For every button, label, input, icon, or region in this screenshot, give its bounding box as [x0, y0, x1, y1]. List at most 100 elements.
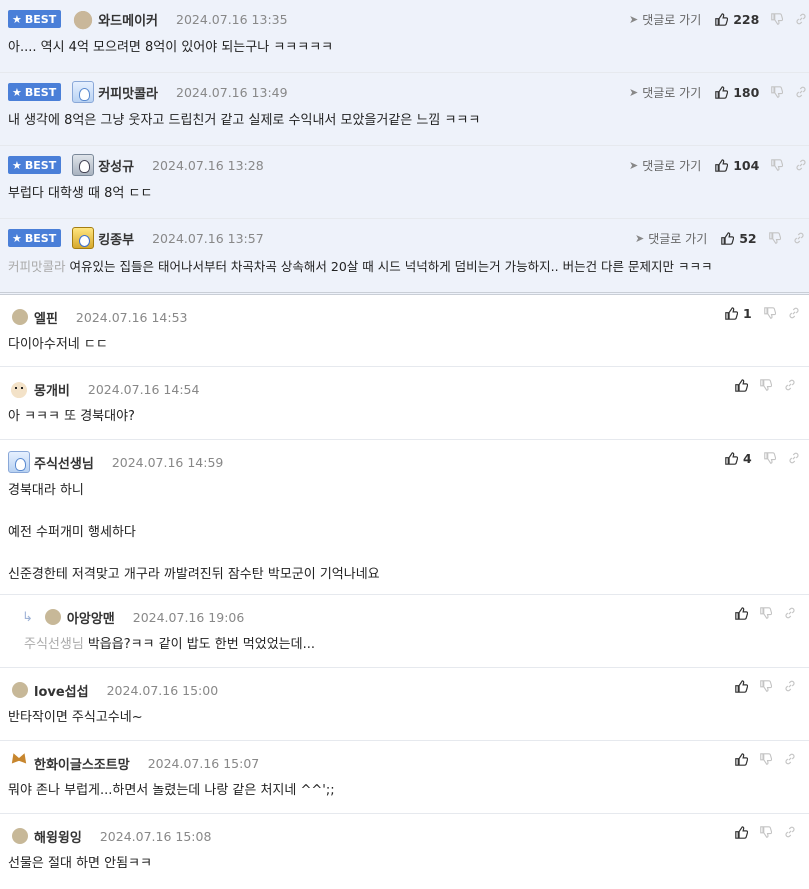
avatar[interactable]	[72, 227, 95, 249]
thumbs-down-icon	[763, 307, 776, 319]
goto-comment-link[interactable]: ➤ 댓글로 가기	[635, 230, 707, 247]
comment-text: 아 ㅋㅋㅋ 또 경북대야?	[8, 409, 135, 424]
like-button[interactable]	[735, 606, 748, 620]
like-button[interactable]	[735, 825, 748, 839]
link-icon	[796, 159, 806, 171]
dislike-button[interactable]	[771, 86, 784, 98]
goto-comment-link[interactable]: ➤ 댓글로 가기	[629, 11, 701, 28]
goto-comment-link[interactable]: ➤ 댓글로 가기	[629, 157, 701, 174]
mention-tag[interactable]: 주식선생님	[24, 637, 84, 652]
dislike-button[interactable]	[771, 159, 784, 171]
avatar[interactable]	[8, 451, 30, 473]
link-button[interactable]	[784, 753, 796, 765]
comment-text-content: 박읍읍?ㅋㅋ 같이 밥도 한번 먹었었는데...	[87, 637, 315, 652]
mention-tag[interactable]: 커피맛콜라	[8, 259, 66, 274]
like-button[interactable]: 52	[721, 231, 757, 246]
link-button[interactable]	[784, 826, 796, 838]
comment-line: 경북대라 하니	[8, 483, 84, 498]
link-icon	[785, 607, 795, 619]
comment: 한화이글스조트망 2024.07.16 15:07 뭐야 존나 부럽게...하면…	[0, 741, 809, 814]
link-button[interactable]	[784, 379, 796, 391]
dislike-button[interactable]	[760, 607, 772, 619]
comment-author[interactable]: 한화이글스조트망	[34, 754, 130, 773]
thumbs-down-icon	[760, 826, 772, 838]
comment-author[interactable]: 아앙앙맨	[67, 608, 115, 627]
like-button[interactable]: 180	[715, 85, 759, 100]
goto-comment-label: 댓글로 가기	[642, 158, 702, 173]
comment-author[interactable]: 해윙윙잉	[34, 827, 82, 846]
comment-author[interactable]: love섭섭	[34, 681, 89, 700]
thumbs-up-icon	[735, 679, 748, 693]
dislike-button[interactable]	[768, 232, 781, 244]
like-button[interactable]: 1	[725, 306, 752, 321]
best-comment: ★ BEST 와드메이커 2024.07.16 13:35 ➤ 댓글로 가기 228…	[0, 0, 809, 73]
avatar[interactable]	[8, 378, 30, 400]
link-button[interactable]	[795, 86, 807, 98]
like-count: 104	[733, 157, 760, 173]
thumbs-up-icon	[725, 306, 738, 320]
comment-date: 2024.07.16 14:59	[111, 454, 224, 470]
thumbs-up-icon	[715, 12, 729, 26]
like-button[interactable]: 228	[715, 12, 759, 27]
thumbs-up-icon	[735, 752, 748, 766]
goto-comment-link[interactable]: ➤ 댓글로 가기	[629, 84, 701, 101]
comment-author[interactable]: 장성규	[98, 156, 134, 175]
like-button[interactable]: 104	[715, 158, 759, 173]
link-button[interactable]	[788, 452, 800, 464]
dislike-button[interactable]	[771, 13, 784, 25]
avatar[interactable]	[8, 752, 30, 774]
comment-text: 아.... 역시 4억 모으려면 8억이 있어야 되는구나 ㅋㅋㅋㅋㅋ	[8, 40, 334, 55]
comment-date: 2024.07.16 19:06	[132, 609, 245, 625]
dislike-button[interactable]	[760, 753, 772, 765]
link-button[interactable]	[788, 307, 800, 319]
avatar[interactable]	[44, 609, 61, 625]
navigate-arrow-icon: ➤	[629, 85, 639, 99]
comment-date: 2024.07.16 13:49	[176, 84, 288, 100]
link-icon	[794, 232, 804, 244]
best-badge-label: BEST	[24, 231, 57, 245]
comment-author[interactable]: 몽개비	[34, 380, 70, 399]
thumbs-down-icon	[771, 159, 784, 171]
link-button[interactable]	[795, 159, 807, 171]
avatar[interactable]	[12, 682, 28, 698]
link-icon	[785, 680, 795, 692]
thumbs-up-icon	[725, 451, 738, 465]
link-icon	[789, 452, 799, 464]
comment-text: 주식선생님 박읍읍?ㅋㅋ 같이 밥도 한번 먹었었는데...	[24, 635, 315, 655]
navigate-arrow-icon: ➤	[629, 12, 639, 26]
link-button[interactable]	[784, 607, 796, 619]
comment-author[interactable]: 엘핀	[34, 308, 58, 327]
link-button[interactable]	[795, 13, 807, 25]
best-comment: ★ BEST 커피맛콜라 2024.07.16 13:49 ➤ 댓글로 가기 180…	[0, 73, 809, 146]
dislike-button[interactable]	[760, 379, 772, 391]
comment-author[interactable]: 주식선생님	[34, 453, 94, 472]
goto-comment-label: 댓글로 가기	[642, 12, 702, 27]
comment-line: 신준경한테 저격맞고 개구라 까발려진뒤 잠수탄 박모군이 기억나네요	[8, 567, 380, 582]
dislike-button[interactable]	[760, 826, 772, 838]
like-button[interactable]	[735, 752, 748, 766]
comment: 해윙윙잉 2024.07.16 15:08 선물은 절대 하면 안됨ㅋㅋ	[0, 814, 809, 889]
dislike-button[interactable]	[760, 680, 772, 692]
like-button[interactable]	[735, 679, 748, 693]
link-icon	[796, 86, 806, 98]
comment-author[interactable]: 와드메이커	[98, 10, 158, 29]
avatar[interactable]	[72, 81, 95, 103]
comment-text: 뭐야 존나 부럽게...하면서 놀렸는데 나랑 같은 처지네 ^^';;	[8, 783, 335, 798]
like-button[interactable]	[735, 378, 748, 392]
like-button[interactable]: 4	[725, 451, 752, 466]
avatar[interactable]	[72, 8, 95, 30]
dislike-button[interactable]	[763, 307, 776, 319]
dislike-button[interactable]	[763, 452, 776, 464]
avatar[interactable]	[72, 154, 95, 176]
thumbs-up-icon	[735, 825, 748, 839]
link-button[interactable]	[784, 680, 796, 692]
best-comment: ★ BEST 장성규 2024.07.16 13:28 ➤ 댓글로 가기 104 부…	[0, 146, 809, 219]
avatar[interactable]	[12, 828, 28, 844]
comment-text: 내 생각에 8억은 그냥 웃자고 드립친거 같고 실제로 수익내서 모았을거같은…	[8, 113, 481, 128]
comment-author[interactable]: 킹종부	[98, 229, 134, 248]
link-button[interactable]	[793, 232, 805, 244]
like-count: 4	[743, 450, 752, 466]
comment-author[interactable]: 커피맛콜라	[98, 83, 158, 102]
star-icon: ★	[12, 158, 22, 172]
avatar[interactable]	[12, 309, 28, 325]
